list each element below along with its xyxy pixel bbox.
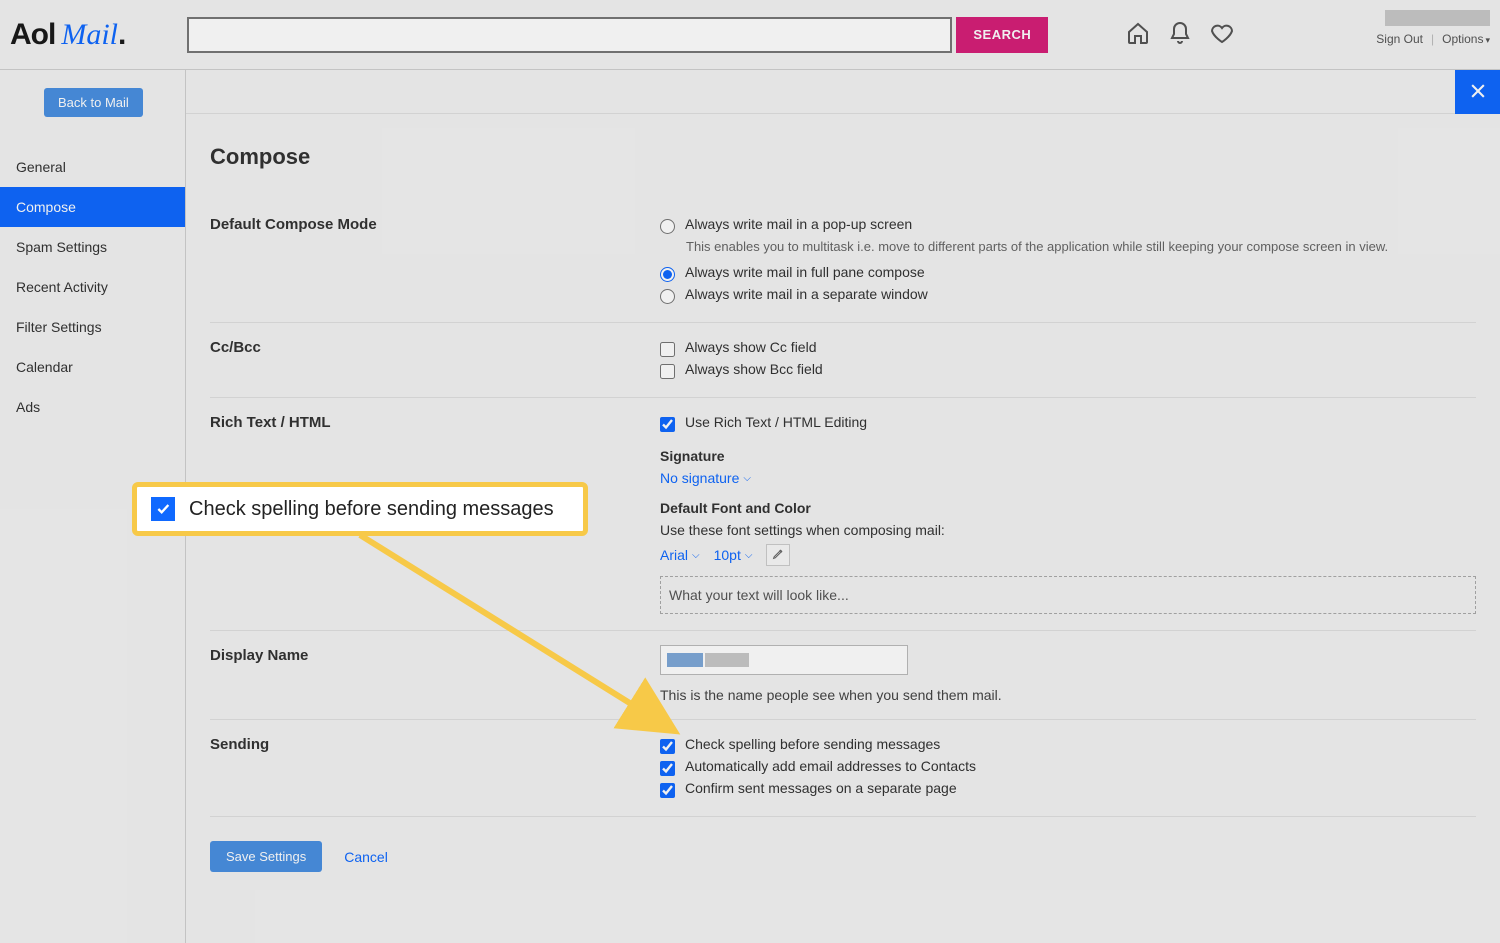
checkbox-confirm-sent-input[interactable] — [660, 783, 675, 798]
section-compose-mode: Default Compose Mode Always write mail i… — [210, 200, 1476, 323]
checkbox-confirm-sent-label: Confirm sent messages on a separate page — [685, 780, 957, 796]
radio-popup[interactable]: Always write mail in a pop-up screen — [660, 214, 1476, 236]
nav-general[interactable]: General — [0, 147, 185, 187]
checkbox-auto-add-contacts-label: Automatically add email addresses to Con… — [685, 758, 976, 774]
close-button[interactable] — [1455, 70, 1500, 114]
display-name-redacted — [667, 653, 703, 667]
checkbox-show-cc-input[interactable] — [660, 342, 675, 357]
radio-popup-input[interactable] — [660, 219, 675, 234]
nav-ads[interactable]: Ads — [0, 387, 185, 427]
close-icon — [1468, 81, 1488, 104]
checkbox-check-spelling-label: Check spelling before sending messages — [685, 736, 940, 752]
cancel-link[interactable]: Cancel — [344, 849, 388, 865]
logo[interactable]: Aol Mail . — [10, 18, 125, 52]
radio-separate[interactable]: Always write mail in a separate window — [660, 284, 1476, 306]
search-button[interactable]: SEARCH — [956, 17, 1048, 53]
radio-fullpane-label: Always write mail in full pane compose — [685, 264, 925, 280]
display-name-input[interactable] — [660, 645, 908, 675]
font-preview: What your text will look like... — [660, 576, 1476, 614]
font-size-dropdown[interactable]: 10pt ⌵ — [714, 547, 753, 563]
checkbox-show-cc[interactable]: Always show Cc field — [660, 337, 1476, 359]
back-to-mail-button[interactable]: Back to Mail — [44, 88, 143, 117]
callout-highlight: Check spelling before sending messages — [132, 482, 588, 536]
options-link[interactable]: Options▾ — [1442, 32, 1490, 46]
home-icon[interactable] — [1126, 21, 1150, 48]
font-name-value: Arial — [660, 547, 688, 563]
separator: | — [1431, 32, 1434, 46]
signature-value: No signature — [660, 470, 739, 486]
display-name-hint: This is the name people see when you sen… — [660, 687, 1476, 703]
nav-recent-activity[interactable]: Recent Activity — [0, 267, 185, 307]
section-displayname: Display Name This is the name people see… — [210, 631, 1476, 720]
section-sending: Sending Check spelling before sending me… — [210, 720, 1476, 817]
settings-nav: General Compose Spam Settings Recent Act… — [0, 147, 185, 427]
font-heading: Default Font and Color — [660, 500, 1476, 516]
label-ccbcc: Cc/Bcc — [210, 337, 660, 381]
radio-popup-desc: This enables you to multitask i.e. move … — [686, 238, 1476, 256]
header-icon-row — [1126, 21, 1234, 48]
bell-icon[interactable] — [1168, 21, 1192, 48]
radio-separate-label: Always write mail in a separate window — [685, 286, 928, 302]
font-hint: Use these font settings when composing m… — [660, 522, 1476, 538]
logo-dot: . — [118, 18, 125, 52]
user-block: Sign Out | Options▾ — [1376, 10, 1490, 46]
chevron-down-icon: ⌵ — [692, 550, 700, 561]
logo-aol: Aol — [10, 18, 55, 52]
radio-fullpane[interactable]: Always write mail in full pane compose — [660, 262, 1476, 284]
page-title: Compose — [210, 144, 1476, 170]
checkbox-show-bcc-input[interactable] — [660, 364, 675, 379]
label-compose-mode: Default Compose Mode — [210, 214, 660, 306]
nav-compose[interactable]: Compose — [0, 187, 185, 227]
chevron-down-icon: ⌵ — [745, 550, 753, 561]
titlebar-strip — [186, 70, 1455, 114]
font-color-button[interactable] — [766, 544, 790, 566]
label-sending: Sending — [210, 734, 660, 800]
search-input[interactable] — [187, 17, 952, 53]
checkbox-richtext[interactable]: Use Rich Text / HTML Editing — [660, 412, 1476, 434]
signature-dropdown[interactable]: No signature ⌵ — [660, 470, 751, 486]
header: Aol Mail . SEARCH Sign Out | Options▾ — [0, 0, 1500, 70]
footer-actions: Save Settings Cancel — [210, 817, 1476, 902]
nav-calendar[interactable]: Calendar — [0, 347, 185, 387]
label-displayname: Display Name — [210, 645, 660, 703]
radio-fullpane-input[interactable] — [660, 267, 675, 282]
font-size-value: 10pt — [714, 547, 741, 563]
radio-separate-input[interactable] — [660, 289, 675, 304]
save-settings-button[interactable]: Save Settings — [210, 841, 322, 872]
callout-checkbox-icon — [151, 497, 175, 521]
nav-filter-settings[interactable]: Filter Settings — [0, 307, 185, 347]
section-ccbcc: Cc/Bcc Always show Cc field Always show … — [210, 323, 1476, 398]
pencil-icon — [772, 547, 785, 563]
user-name-redacted — [1385, 10, 1490, 26]
checkbox-auto-add-contacts-input[interactable] — [660, 761, 675, 776]
checkbox-richtext-input[interactable] — [660, 417, 675, 432]
logo-mail: Mail — [61, 18, 118, 52]
radio-popup-label: Always write mail in a pop-up screen — [685, 216, 912, 232]
chevron-down-icon: ⌵ — [743, 473, 751, 484]
nav-spam-settings[interactable]: Spam Settings — [0, 227, 185, 267]
display-name-redacted — [705, 653, 749, 667]
sign-out-link[interactable]: Sign Out — [1376, 32, 1423, 46]
checkbox-show-cc-label: Always show Cc field — [685, 339, 817, 355]
checkbox-show-bcc[interactable]: Always show Bcc field — [660, 359, 1476, 381]
callout-label: Check spelling before sending messages — [189, 498, 554, 521]
checkbox-show-bcc-label: Always show Bcc field — [685, 361, 823, 377]
font-name-dropdown[interactable]: Arial ⌵ — [660, 547, 700, 563]
checkbox-auto-add-contacts[interactable]: Automatically add email addresses to Con… — [660, 756, 1476, 778]
checkbox-confirm-sent[interactable]: Confirm sent messages on a separate page — [660, 778, 1476, 800]
checkbox-richtext-label: Use Rich Text / HTML Editing — [685, 414, 867, 430]
signature-heading: Signature — [660, 448, 1476, 464]
checkbox-check-spelling-input[interactable] — [660, 739, 675, 754]
heart-icon[interactable] — [1210, 21, 1234, 48]
checkbox-check-spelling[interactable]: Check spelling before sending messages — [660, 734, 1476, 756]
